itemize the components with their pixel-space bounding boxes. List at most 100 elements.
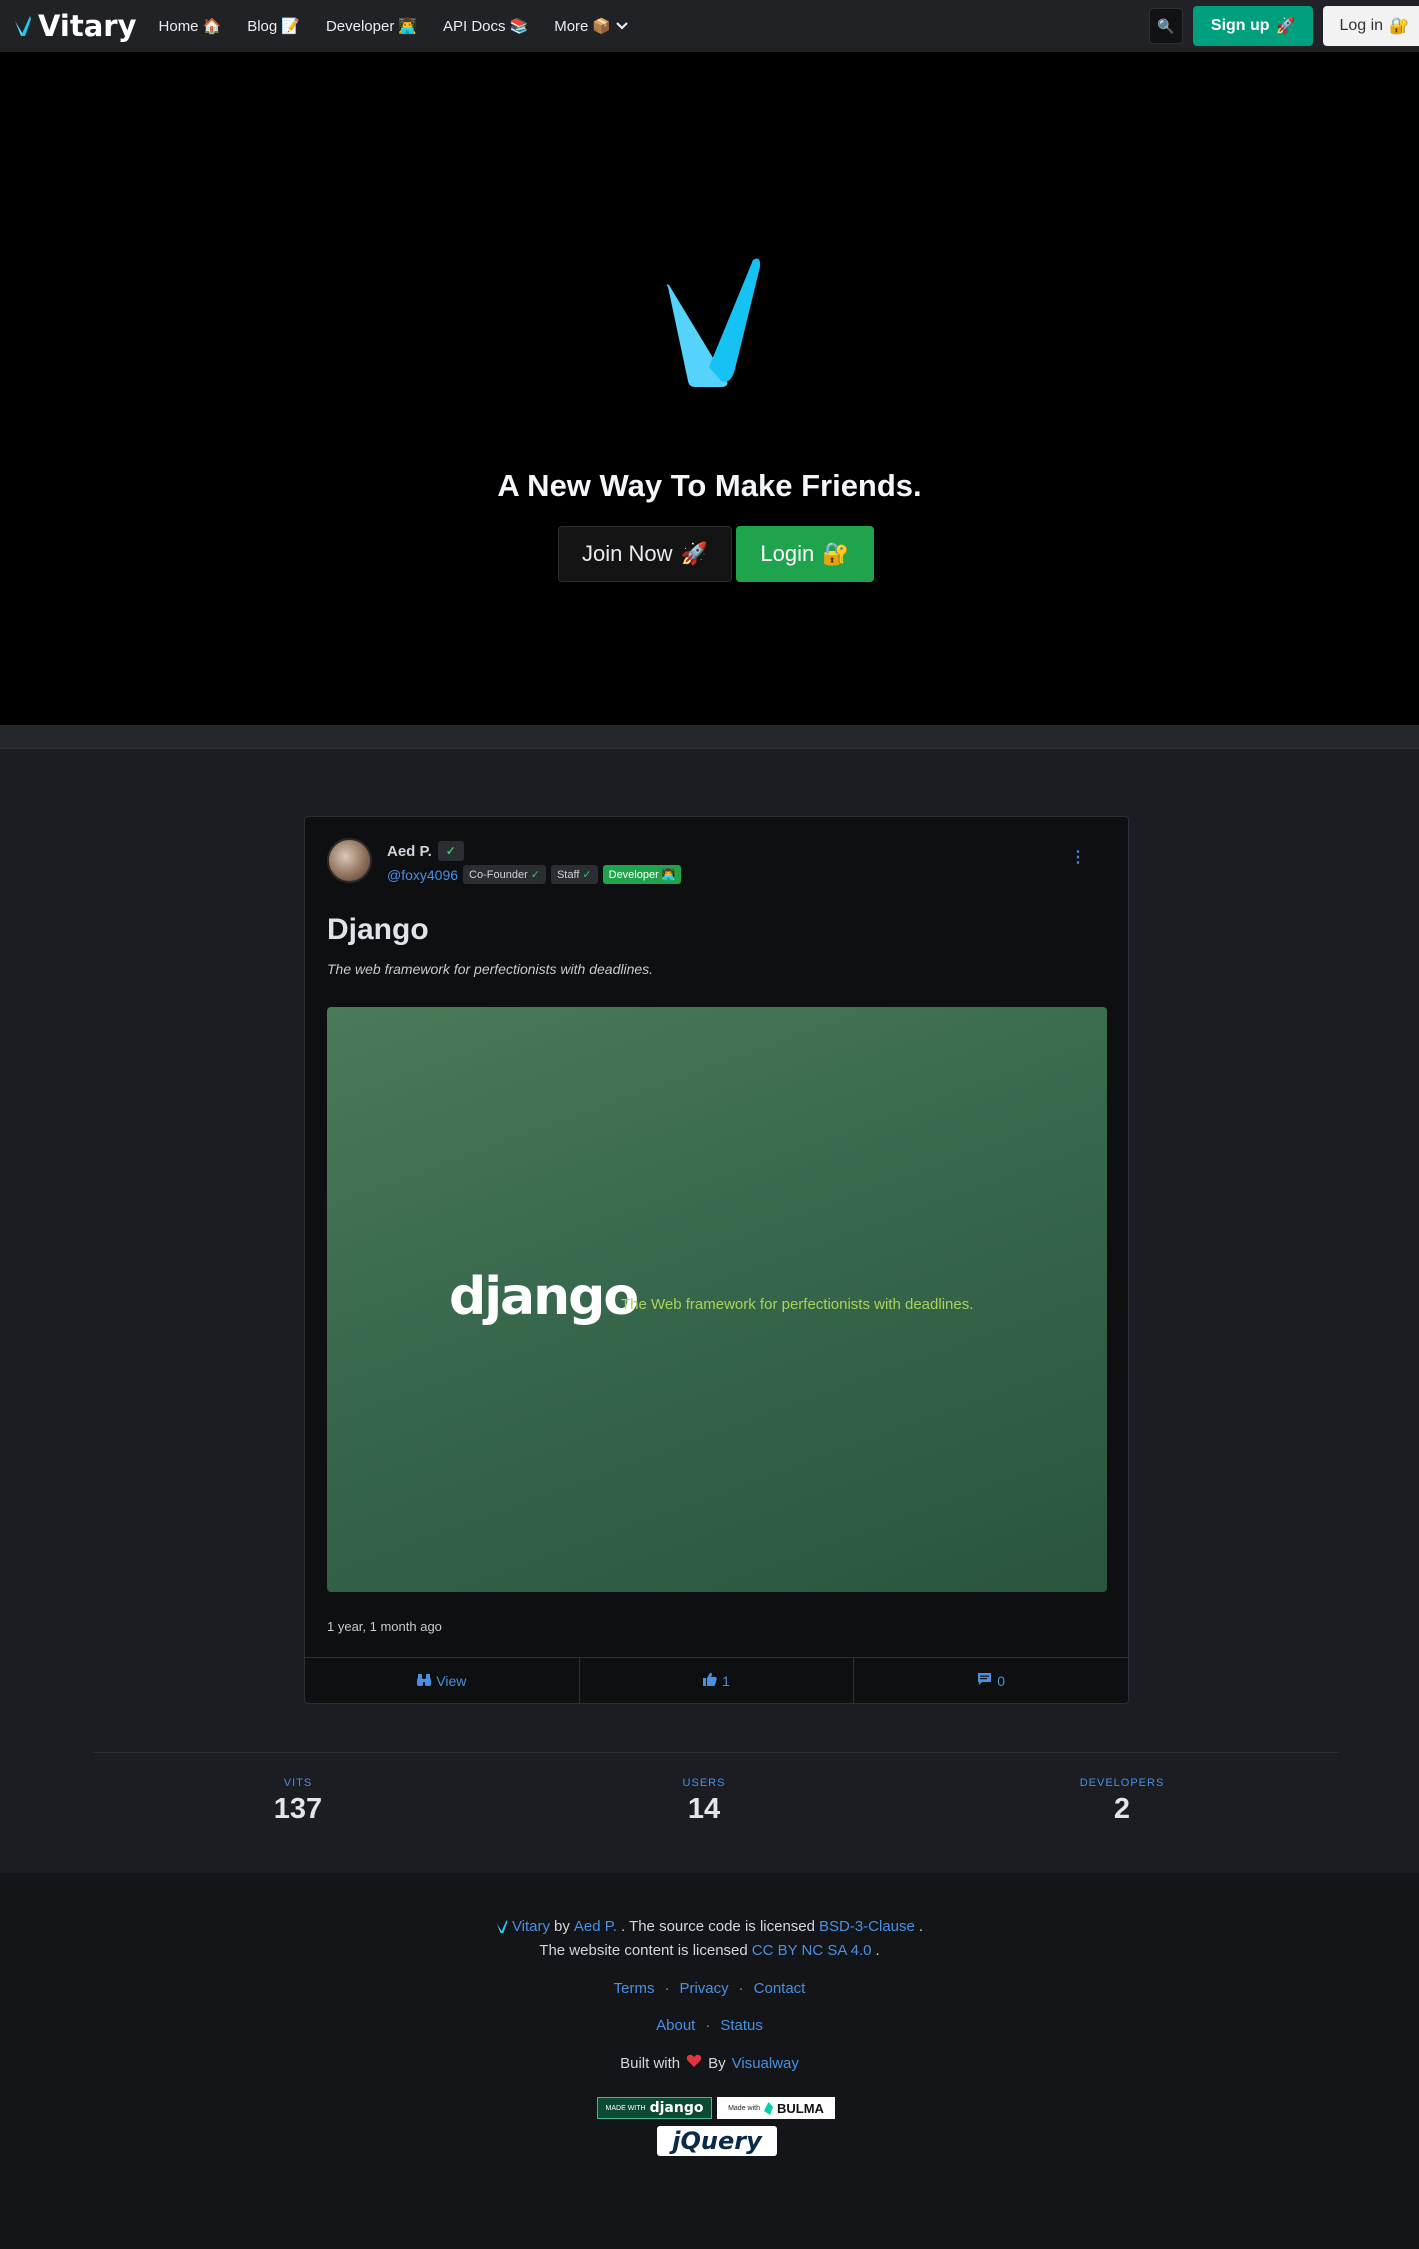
search-icon: 🔍 [1157, 17, 1175, 34]
post-image[interactable]: django The Web framework for perfectioni… [327, 1007, 1107, 1592]
view-button[interactable]: View [305, 1658, 580, 1703]
navbar-actions: 🔍 Sign up 🚀 Log in 🔐 [1148, 6, 1419, 46]
verified-check-icon: ✓ [437, 841, 464, 861]
separator-dot: · [664, 1980, 670, 1997]
login-button[interactable]: Log in 🔐 [1323, 6, 1419, 46]
lock-icon: 🔐 [1389, 18, 1409, 35]
search-button[interactable]: 🔍 [1148, 8, 1183, 44]
bulma-logo-icon [763, 2101, 773, 2115]
comment-count: 0 [997, 1672, 1006, 1689]
hero-login-button[interactable]: Login 🔐 [736, 526, 874, 582]
nav-item-developer-label: Developer [325, 17, 395, 35]
nav-item-home-label: Home [158, 17, 199, 35]
tag-co-founder: Co-Founder ✓ [463, 865, 546, 884]
post-actions: View 1 0 [305, 1657, 1128, 1703]
separator-dot: · [705, 2017, 711, 2034]
footer-license-link[interactable]: BSD-3-Clause [819, 1918, 915, 1935]
stat-users-value: 14 [687, 1793, 721, 1825]
books-icon: 📚 [509, 18, 529, 35]
visualway-link[interactable]: Visualway [732, 2055, 799, 2072]
signup-button[interactable]: Sign up 🚀 [1192, 6, 1314, 46]
footer-content-license-line: The website content is licensed CC BY NC… [0, 1942, 1419, 1959]
thumbs-up-icon [703, 1672, 717, 1689]
nav-item-api-docs-label: API Docs [443, 17, 506, 35]
binoculars-icon [417, 1673, 432, 1689]
stat-vits-value: 137 [273, 1793, 323, 1825]
stat-developers-value: 2 [1113, 1793, 1131, 1825]
footer-link-contact[interactable]: Contact [754, 1980, 806, 1997]
view-label: View [436, 1672, 467, 1689]
chevron-down-icon [616, 22, 628, 30]
developer-icon: 👨‍💻 [398, 18, 417, 35]
django-tagline: The Web framework for perfectionists wit… [621, 1296, 974, 1313]
nav-item-home[interactable]: Home 🏠 [158, 17, 222, 36]
nav-item-blog[interactable]: Blog 📝 [247, 17, 300, 36]
navbar: Vitary Home 🏠 Blog 📝 Developer 👨‍💻 API D… [0, 0, 1419, 52]
author-handle-link[interactable]: @foxy4096 [387, 867, 458, 883]
rocket-icon: 🚀 [1275, 18, 1296, 35]
footer-author-link[interactable]: Aed P. [574, 1918, 617, 1935]
stat-developers: DEVELOPERS 2 [1042, 1777, 1202, 1826]
nav-item-more-label: More [554, 17, 589, 35]
django-logo-word: django [449, 1267, 639, 1327]
comment-button[interactable]: 0 [854, 1658, 1128, 1703]
badge-django-small: MADE WITH [605, 2104, 646, 2112]
tag-developer-label: Developer [608, 868, 659, 881]
footer-period: . [875, 1942, 880, 1959]
check-icon: ✓ [582, 869, 592, 881]
stat-vits-label: VITS [283, 1777, 313, 1789]
footer-period: . [918, 1918, 924, 1935]
join-now-button[interactable]: Join Now 🚀 [558, 526, 732, 582]
check-icon: ✓ [530, 869, 540, 881]
footer-brand-link[interactable]: Vitary [512, 1918, 550, 1935]
hero-section: A New Way To Make Friends. Join Now 🚀 Lo… [0, 52, 1419, 725]
badge-bulma-small: Made with [728, 2104, 760, 2112]
footer: Vitary by Aed P. . The source code is li… [0, 1873, 1419, 2249]
built-by-text: By [708, 2054, 726, 2072]
footer-credit-line: Vitary by Aed P. . The source code is li… [0, 1918, 1419, 1935]
heart-icon [686, 2054, 702, 2072]
made-with-bulma-badge[interactable]: Made with BULMA [717, 2097, 835, 2119]
author-name-row: Aed P. ✓ [387, 841, 464, 861]
nav-item-api-docs[interactable]: API Docs 📚 [443, 17, 529, 36]
hero-title: A New Way To Make Friends. [497, 468, 922, 503]
footer-content-text: The website content is licensed [539, 1942, 748, 1959]
vitary-hero-logo-icon [666, 258, 761, 387]
lock-icon: 🔐 [822, 541, 850, 566]
footer-link-privacy[interactable]: Privacy [679, 1980, 728, 1997]
avatar[interactable] [327, 838, 372, 883]
nav-item-more[interactable]: More 📦 [554, 17, 629, 35]
footer-by-text: by [554, 1918, 570, 1935]
footer-content-link[interactable]: CC BY NC SA 4.0 [752, 1942, 872, 1959]
developer-icon: 👨‍💻 [661, 869, 676, 881]
hero-login-label: Login [760, 541, 815, 566]
like-button[interactable]: 1 [580, 1658, 855, 1703]
footer-links-row-1: Terms · Privacy · Contact [0, 1980, 1419, 1997]
tag-co-founder-label: Co-Founder [469, 868, 528, 881]
brand-link[interactable]: Vitary [14, 9, 137, 43]
signup-label: Sign up [1210, 17, 1270, 34]
hero-buttons: Join Now 🚀 Login 🔐 [558, 526, 874, 582]
stat-developers-label: DEVELOPERS [1079, 1777, 1165, 1789]
footer-link-terms[interactable]: Terms [614, 1980, 655, 1997]
footer-link-status[interactable]: Status [720, 2017, 763, 2034]
post-card: Aed P. ✓ @foxy4096 Co-Founder ✓ Staff ✓ … [304, 816, 1129, 1704]
more-options-icon[interactable]: ⋮ [1070, 847, 1086, 867]
brand-name: Vitary [38, 9, 137, 43]
tag-staff-label: Staff [556, 868, 580, 881]
post-timestamp: 1 year, 1 month ago [327, 1619, 442, 1634]
nav-item-developer[interactable]: Developer 👨‍💻 [325, 17, 417, 36]
section-divider [0, 725, 1419, 749]
jquery-badge[interactable]: jQuery [657, 2126, 777, 2156]
made-with-django-badge[interactable]: MADE WITH django [597, 2097, 712, 2119]
footer-link-about[interactable]: About [656, 2017, 695, 2034]
post-subtitle: The web framework for perfectionists wit… [327, 961, 654, 977]
package-icon: 📦 [592, 18, 612, 35]
stat-users: USERS 14 [624, 1777, 784, 1826]
separator-dot: · [738, 1980, 744, 1997]
footer-links-row-2: About · Status [0, 2017, 1419, 2034]
tag-staff: Staff ✓ [550, 865, 598, 884]
stats-divider [93, 1752, 1339, 1753]
rocket-icon: 🚀 [680, 541, 708, 566]
author-name[interactable]: Aed P. [387, 843, 432, 860]
